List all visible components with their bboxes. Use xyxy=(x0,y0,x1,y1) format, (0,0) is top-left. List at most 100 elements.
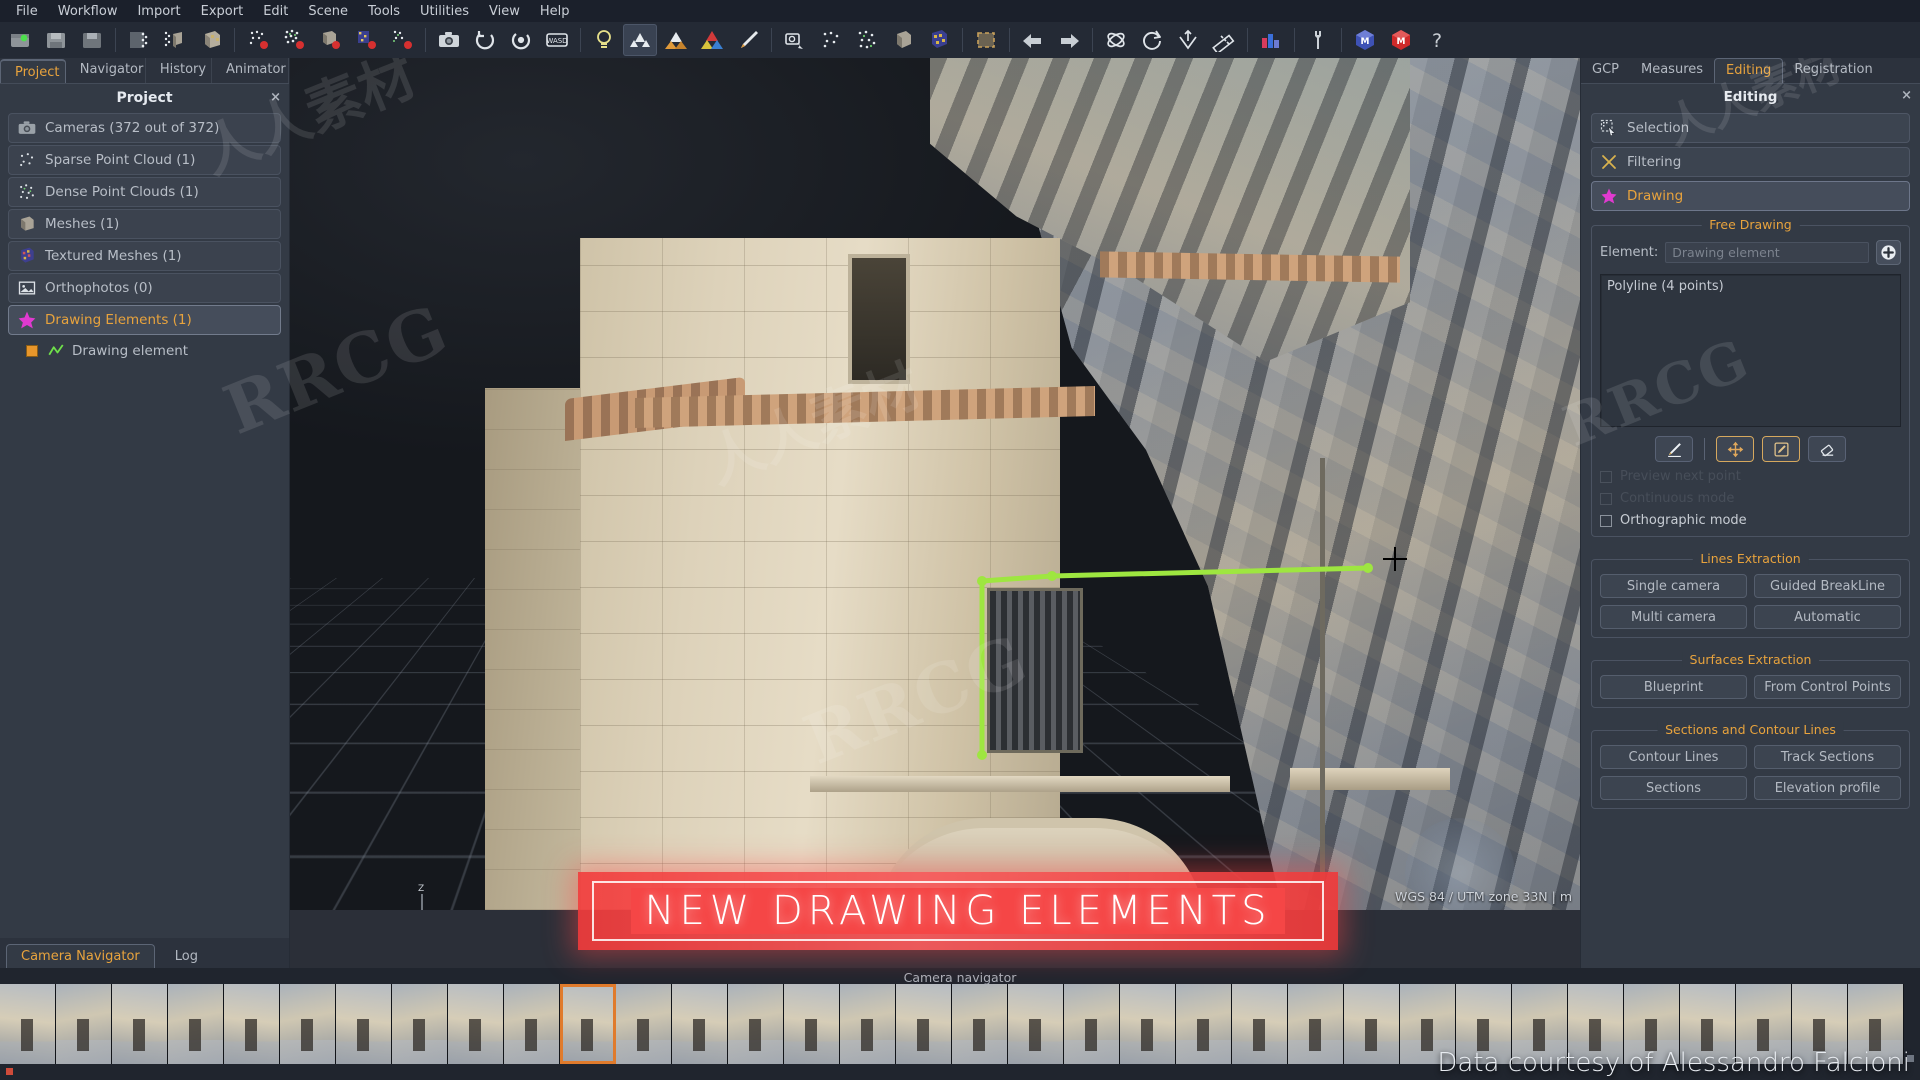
camera-thumbnail[interactable] xyxy=(840,984,896,1064)
mesh-generate-icon[interactable] xyxy=(313,24,347,56)
blueprint-button[interactable]: Blueprint xyxy=(1600,675,1747,699)
triangles-shaded-icon[interactable] xyxy=(659,24,693,56)
wasd-navigation-icon[interactable]: WASD xyxy=(540,24,574,56)
multi-camera-button[interactable]: Multi camera xyxy=(1600,605,1747,629)
menu-item-export[interactable]: Export xyxy=(191,2,254,21)
camera-thumbnail[interactable] xyxy=(336,984,392,1064)
tab-animator[interactable]: Animator xyxy=(212,58,289,83)
mode-button-filtering[interactable]: Filtering xyxy=(1591,147,1910,177)
menu-item-import[interactable]: Import xyxy=(127,2,190,21)
single-camera-button[interactable]: Single camera xyxy=(1600,574,1747,598)
sparse-cloud-generate-icon[interactable] xyxy=(241,24,275,56)
list-item[interactable]: Polyline (4 points) xyxy=(1607,279,1894,294)
menu-item-tools[interactable]: Tools xyxy=(358,2,410,21)
triangles-white-icon[interactable] xyxy=(623,24,657,56)
camera-thumbnail[interactable] xyxy=(896,984,952,1064)
textured-view-icon[interactable] xyxy=(922,24,956,56)
tab-registration[interactable]: Registration xyxy=(1783,58,1883,83)
camera-thumbnail[interactable] xyxy=(56,984,112,1064)
elevation-profile-button[interactable]: Elevation profile xyxy=(1754,776,1901,800)
menu-item-workflow[interactable]: Workflow xyxy=(48,2,128,21)
from-control-points-button[interactable]: From Control Points xyxy=(1754,675,1901,699)
camera-thumbnail[interactable] xyxy=(1232,984,1288,1064)
camera-thumbnail[interactable] xyxy=(448,984,504,1064)
dense-points-icon[interactable] xyxy=(850,24,884,56)
edit-tool-button[interactable] xyxy=(1762,436,1800,462)
erase-tool-button[interactable] xyxy=(1808,436,1846,462)
guided-breakline-button[interactable]: Guided BreakLine xyxy=(1754,574,1901,598)
paintbrush-icon[interactable] xyxy=(731,24,765,56)
camera-thumbnail[interactable] xyxy=(672,984,728,1064)
camera-thumbnail[interactable] xyxy=(1344,984,1400,1064)
point-cloud-filter-icon[interactable] xyxy=(385,24,419,56)
tree-item-dense-point-clouds[interactable]: Dense Point Clouds (1) xyxy=(8,177,281,207)
close-icon[interactable]: × xyxy=(1901,88,1912,103)
menu-item-utilities[interactable]: Utilities xyxy=(410,2,479,21)
tab-editing[interactable]: Editing xyxy=(1714,58,1784,83)
scale-axis-icon[interactable] xyxy=(1171,24,1205,56)
checkbox-box[interactable] xyxy=(1600,514,1612,527)
reset-rotation-icon[interactable] xyxy=(1135,24,1169,56)
tab-camera-navigator[interactable]: Camera Navigator xyxy=(6,944,155,968)
camera-thumbnail[interactable] xyxy=(1064,984,1120,1064)
visibility-checkbox[interactable] xyxy=(26,345,38,357)
menu-item-edit[interactable]: Edit xyxy=(253,2,298,21)
sections-button[interactable]: Sections xyxy=(1600,776,1747,800)
checkbox-box[interactable] xyxy=(1600,470,1612,483)
camera-thumbnail[interactable] xyxy=(1008,984,1064,1064)
camera-thumbnail[interactable] xyxy=(952,984,1008,1064)
menu-item-view[interactable]: View xyxy=(479,2,530,21)
3d-viewport[interactable]: Z X Y WGS 84 / UTM zone 33N | m xyxy=(290,58,1580,910)
lightbulb-icon[interactable] xyxy=(587,24,621,56)
tree-item-drawing-elements[interactable]: Drawing Elements (1) xyxy=(8,305,281,335)
chart-bars-icon[interactable] xyxy=(1254,24,1288,56)
mode-button-drawing[interactable]: Drawing xyxy=(1591,181,1910,211)
camera-thumbnail[interactable] xyxy=(784,984,840,1064)
drawing-elements-list[interactable]: Polyline (4 points) xyxy=(1600,274,1901,427)
measure-ruler-icon[interactable] xyxy=(1207,24,1241,56)
camera-thumbnail[interactable] xyxy=(0,984,56,1064)
help-question-icon[interactable]: ? xyxy=(1420,24,1454,56)
close-icon[interactable]: × xyxy=(270,90,281,105)
camera-snapshot-icon[interactable] xyxy=(432,24,466,56)
checkbox-orthographic-mode[interactable]: Orthographic mode xyxy=(1600,513,1901,528)
open-project-icon[interactable] xyxy=(39,24,73,56)
checkbox-box[interactable] xyxy=(1600,492,1612,505)
import-photos-icon[interactable] xyxy=(122,24,156,56)
mesh-cube-icon[interactable] xyxy=(158,24,192,56)
menu-item-scene[interactable]: Scene xyxy=(298,2,358,21)
tab-measures[interactable]: Measures xyxy=(1630,58,1714,83)
automatic-button[interactable]: Automatic xyxy=(1754,605,1901,629)
new-project-icon[interactable] xyxy=(3,24,37,56)
undo-icon[interactable] xyxy=(1016,24,1050,56)
menu-item-help[interactable]: Help xyxy=(530,2,580,21)
textured-mesh-icon[interactable] xyxy=(194,24,228,56)
tree-item-sparse-point-cloud[interactable]: Sparse Point Cloud (1) xyxy=(8,145,281,175)
tab-project[interactable]: Project xyxy=(0,59,66,83)
tree-child-drawing-element[interactable]: Drawing element xyxy=(26,337,281,365)
move-tool-button[interactable] xyxy=(1716,436,1754,462)
sparse-points-icon[interactable] xyxy=(814,24,848,56)
camera-thumbnail[interactable] xyxy=(280,984,336,1064)
bounding-box-icon[interactable] xyxy=(969,24,1003,56)
camera-thumbnail[interactable] xyxy=(560,984,616,1064)
texture-generate-icon[interactable] xyxy=(349,24,383,56)
tab-gcp[interactable]: GCP xyxy=(1581,58,1630,83)
camera-thumbnail[interactable] xyxy=(224,984,280,1064)
zephyr-blue-cube-icon[interactable]: M xyxy=(1348,24,1382,56)
zephyr-red-cube-icon[interactable]: M xyxy=(1384,24,1418,56)
tab-navigator[interactable]: Navigator xyxy=(66,58,146,83)
camera-thumbnail[interactable] xyxy=(504,984,560,1064)
orbit-center-icon[interactable] xyxy=(504,24,538,56)
camera-thumbnail[interactable] xyxy=(1120,984,1176,1064)
menu-item-file[interactable]: File xyxy=(6,2,48,21)
contour-lines-button[interactable]: Contour Lines xyxy=(1600,745,1747,769)
tree-item-cameras[interactable]: Cameras (372 out of 372) xyxy=(8,113,281,143)
tree-item-textured-meshes[interactable]: Textured Meshes (1) xyxy=(8,241,281,271)
tab-history[interactable]: History xyxy=(146,58,212,83)
orbit-atom-icon[interactable] xyxy=(1099,24,1133,56)
mode-button-selection[interactable]: Selection xyxy=(1591,113,1910,143)
camera-thumbnail[interactable] xyxy=(168,984,224,1064)
camera-select-icon[interactable] xyxy=(778,24,812,56)
orbit-rotate-icon[interactable] xyxy=(468,24,502,56)
